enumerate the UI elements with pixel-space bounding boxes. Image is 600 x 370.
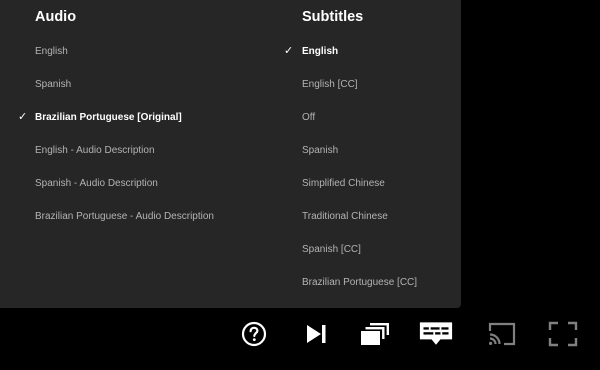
subtitle-option[interactable]: ✓Off: [280, 101, 461, 134]
episodes-button[interactable]: [358, 319, 392, 349]
help-icon: [241, 321, 267, 347]
audio-option[interactable]: ✓Spanish - Audio Description: [0, 167, 280, 200]
subtitle-option[interactable]: ✓Simplified Chinese: [280, 167, 461, 200]
next-episode-button[interactable]: [299, 319, 333, 349]
audio-heading: Audio: [35, 9, 77, 25]
subtitle-option-label: English [CC]: [302, 79, 358, 90]
fullscreen-button[interactable]: [546, 319, 580, 349]
subtitle-option[interactable]: ✓Traditional Chinese: [280, 200, 461, 233]
help-button[interactable]: [237, 319, 271, 349]
subtitle-option-label: English: [302, 46, 339, 57]
subtitles-icon: [419, 322, 453, 345]
audio-subtitles-button[interactable]: [419, 319, 453, 349]
subtitle-option-label: Brazilian Portuguese [CC]: [302, 277, 418, 288]
cast-button[interactable]: [485, 319, 519, 349]
audio-option-label: Spanish - Audio Description: [35, 178, 158, 189]
cast-icon: [488, 322, 516, 346]
subtitle-option[interactable]: ✓ English: [280, 35, 461, 68]
subtitles-heading: Subtitles: [302, 9, 364, 25]
audio-option[interactable]: ✓English - Audio Description: [0, 134, 280, 167]
next-episode-icon: [307, 325, 326, 343]
subtitle-option-label: Spanish [CC]: [302, 244, 361, 255]
audio-option[interactable]: ✓Spanish: [0, 68, 280, 101]
subtitle-option-label: Simplified Chinese: [302, 178, 385, 189]
audio-option-label: Spanish: [35, 79, 72, 90]
check-icon: ✓: [284, 45, 294, 57]
audio-option-label: English: [35, 46, 68, 57]
episodes-icon: [361, 323, 389, 345]
video-player: Audio ✓English✓Spanish✓Brazilian Portugu…: [0, 0, 600, 370]
audio-options-list: ✓English✓Spanish ✓ Brazilian Portuguese [O…: [0, 35, 280, 233]
player-control-bar: [0, 308, 600, 370]
fullscreen-icon: [548, 321, 578, 347]
subtitle-option-label: Traditional Chinese: [302, 211, 388, 222]
subtitle-option-label: Off: [302, 112, 316, 123]
subtitle-option-label: Spanish: [302, 145, 339, 156]
subtitles-options-list: ✓ English ✓English [CC]✓Off✓Spanish✓Simpli…: [280, 35, 461, 299]
check-icon: ✓: [18, 111, 28, 123]
subtitle-option[interactable]: ✓Spanish: [280, 134, 461, 167]
audio-option[interactable]: ✓ Brazilian Portuguese [Original]: [0, 101, 280, 134]
audio-option-label: English - Audio Description: [35, 145, 155, 156]
audio-option[interactable]: ✓Brazilian Portuguese - Audio Descriptio…: [0, 200, 280, 233]
subtitle-option[interactable]: ✓Brazilian Portuguese [CC]: [280, 266, 461, 299]
audio-option-label: Brazilian Portuguese [Original]: [35, 112, 182, 123]
audio-option-label: Brazilian Portuguese - Audio Description: [35, 211, 214, 222]
subtitle-option[interactable]: ✓Spanish [CC]: [280, 233, 461, 266]
audio-subtitles-menu: Audio ✓English✓Spanish✓Brazilian Portugu…: [0, 0, 461, 308]
audio-option[interactable]: ✓English: [0, 35, 280, 68]
subtitle-option[interactable]: ✓English [CC]: [280, 68, 461, 101]
